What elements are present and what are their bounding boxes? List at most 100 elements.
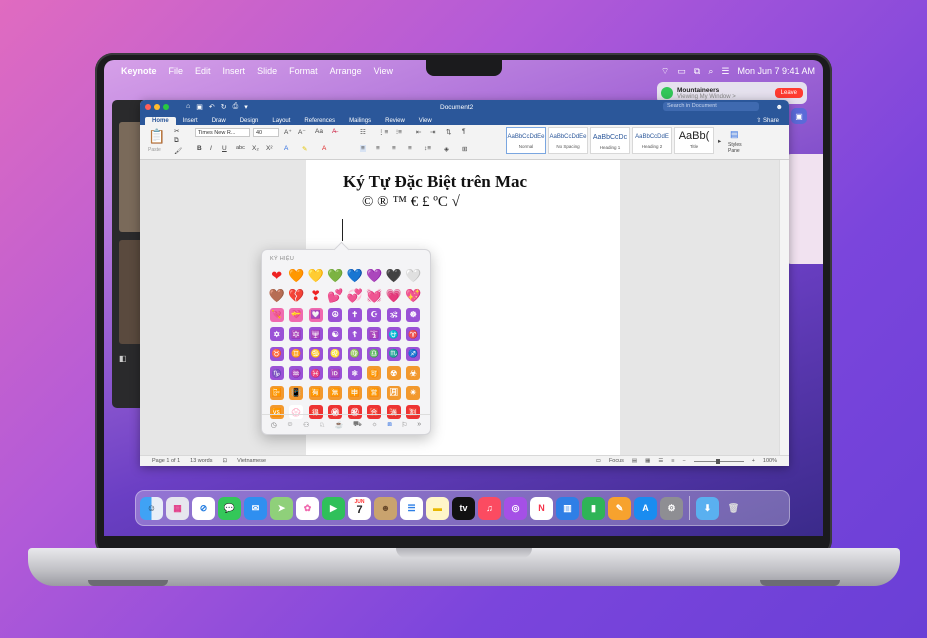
undo-icon[interactable]: ↶ bbox=[209, 103, 215, 111]
highlight-icon[interactable]: ✎ bbox=[302, 145, 307, 153]
smiley-icon[interactable]: ☺ bbox=[286, 421, 293, 428]
emoji-cell[interactable]: ♏ bbox=[384, 344, 404, 364]
leave-button[interactable]: Leave bbox=[774, 88, 803, 98]
emoji-cell[interactable]: 💕 bbox=[326, 286, 346, 306]
emoji-cell[interactable]: 🧡 bbox=[287, 266, 307, 286]
emoji-cell[interactable]: ♒ bbox=[287, 364, 307, 384]
food-icon[interactable]: ☕ bbox=[335, 421, 344, 429]
outline-view-icon[interactable]: ☰ bbox=[658, 458, 663, 464]
menu-file[interactable]: File bbox=[169, 66, 184, 76]
dock-numbers-icon[interactable]: ▮ bbox=[582, 496, 605, 520]
tab-draw[interactable]: Draw bbox=[205, 117, 233, 125]
dock-calendar-icon[interactable]: JUN 7 bbox=[348, 496, 371, 520]
menu-insert[interactable]: Insert bbox=[223, 66, 246, 76]
close-window-button[interactable] bbox=[145, 104, 151, 110]
screen-share-icon[interactable]: ⧉ bbox=[694, 66, 700, 77]
dock-photos-icon[interactable]: ✿ bbox=[296, 496, 319, 520]
tab-layout[interactable]: Layout bbox=[265, 117, 297, 125]
more-icon[interactable]: » bbox=[417, 421, 421, 428]
dock-keynote-icon[interactable]: ▥ bbox=[556, 496, 579, 520]
emoji-cell[interactable]: 💗 bbox=[384, 286, 404, 306]
emoji-cell[interactable]: ♉ bbox=[267, 344, 287, 364]
facetime-status[interactable]: Viewing My Window > bbox=[677, 94, 736, 100]
search-input[interactable]: Search in Document bbox=[663, 102, 759, 111]
text-effects-icon[interactable]: A bbox=[284, 145, 288, 152]
emoji-cell[interactable]: ❣ bbox=[306, 286, 326, 306]
strikethrough-icon[interactable]: abc bbox=[236, 145, 245, 151]
numbering-icon[interactable]: ⋮≡ bbox=[378, 128, 388, 136]
zoom-window-button[interactable] bbox=[163, 104, 169, 110]
emoji-cell[interactable]: ♎ bbox=[365, 344, 385, 364]
emoji-cell[interactable]: 🖤 bbox=[384, 266, 404, 286]
align-left-icon[interactable]: ≡ bbox=[360, 145, 366, 152]
focus-label[interactable]: Focus bbox=[609, 458, 624, 464]
tab-review[interactable]: Review bbox=[378, 117, 412, 125]
style-no-spacing[interactable]: AaBbCcDdEe No Spacing bbox=[548, 127, 588, 154]
dock-messages-icon[interactable]: 💬 bbox=[218, 496, 241, 520]
emoji-cell[interactable]: 📴 bbox=[267, 383, 287, 403]
print-layout-icon[interactable]: ▤ bbox=[632, 458, 637, 464]
emoji-cell[interactable]: ☪ bbox=[365, 305, 385, 325]
emoji-cell[interactable]: 💙 bbox=[345, 266, 365, 286]
paragraph-marks-icon[interactable]: ¶ bbox=[462, 128, 466, 135]
dock-pages-icon[interactable]: ✎ bbox=[608, 496, 631, 520]
dock-trash-icon[interactable]: 🗑 bbox=[722, 497, 745, 520]
subscript-icon[interactable]: X₂ bbox=[252, 145, 259, 152]
redo-icon[interactable]: ↻ bbox=[221, 103, 227, 111]
emoji-cell[interactable]: ♈ bbox=[404, 325, 424, 345]
shareplay-icon[interactable]: ▣ bbox=[791, 108, 807, 124]
share-button[interactable]: ⇧ Share bbox=[756, 117, 779, 124]
menu-datetime[interactable]: Mon Jun 7 9:41 AM bbox=[737, 66, 815, 76]
emoji-cell[interactable]: ☸ bbox=[404, 305, 424, 325]
emoji-cell[interactable]: ☣ bbox=[404, 364, 424, 384]
dock-launchpad-icon[interactable]: ▦ bbox=[166, 496, 189, 520]
document-symbols-line[interactable]: © ® ™ € £ ºC √ bbox=[362, 194, 460, 211]
change-case-icon[interactable]: Aa bbox=[315, 128, 323, 135]
emoji-cell[interactable]: 💟 bbox=[306, 305, 326, 325]
borders-icon[interactable]: ⊞ bbox=[462, 145, 467, 153]
emoji-cell[interactable]: 🤍 bbox=[404, 266, 424, 286]
draft-view-icon[interactable]: ≡ bbox=[671, 458, 674, 464]
vertical-scrollbar[interactable] bbox=[779, 160, 789, 455]
align-right-icon[interactable]: ≡ bbox=[392, 145, 396, 152]
zoom-out-icon[interactable]: − bbox=[682, 458, 685, 464]
cut-icon[interactable]: ✂ bbox=[174, 127, 179, 135]
emoji-cell[interactable]: 🕉 bbox=[384, 305, 404, 325]
emoji-cell[interactable]: 🈶 bbox=[306, 383, 326, 403]
emoji-cell[interactable]: ☮ bbox=[326, 305, 346, 325]
emoji-cell[interactable]: ❤ bbox=[267, 266, 287, 286]
tab-home[interactable]: Home bbox=[145, 117, 176, 125]
copy-icon[interactable]: ⧉ bbox=[174, 137, 179, 145]
zoom-in-icon[interactable]: + bbox=[752, 458, 755, 464]
emoji-cell[interactable]: 📳 bbox=[287, 383, 307, 403]
emoji-cell[interactable]: 💞 bbox=[345, 286, 365, 306]
web-layout-icon[interactable]: ▦ bbox=[645, 458, 650, 464]
emoji-cell[interactable]: 🈺 bbox=[365, 383, 385, 403]
emoji-cell[interactable]: 🕎 bbox=[306, 325, 326, 345]
dock-notes-icon[interactable]: ▬ bbox=[426, 496, 449, 520]
styles-pane-icon[interactable]: ▤ bbox=[730, 129, 739, 140]
emoji-cell[interactable]: ☯ bbox=[326, 325, 346, 345]
emoji-cell[interactable]: ♊ bbox=[287, 344, 307, 364]
tab-insert[interactable]: Insert bbox=[176, 117, 205, 125]
emoji-cell[interactable]: ♐ bbox=[404, 344, 424, 364]
dock-contacts-icon[interactable]: ☻ bbox=[374, 496, 397, 520]
emoji-cell[interactable]: ♓ bbox=[306, 364, 326, 384]
battery-icon[interactable]: ▭ bbox=[677, 66, 686, 77]
grow-font-icon[interactable]: A⁺ bbox=[284, 128, 292, 136]
bold-icon[interactable]: B bbox=[197, 145, 202, 152]
emoji-cell[interactable]: 🔯 bbox=[287, 325, 307, 345]
clear-format-icon[interactable]: A̶ bbox=[332, 128, 336, 135]
emoji-cell[interactable]: 💝 bbox=[287, 305, 307, 325]
emoji-cell[interactable]: 🈚 bbox=[326, 383, 346, 403]
emoji-cell[interactable]: ✴ bbox=[404, 383, 424, 403]
tab-design[interactable]: Design bbox=[233, 117, 266, 125]
dock-downloads-icon[interactable]: ⬇ bbox=[696, 496, 719, 520]
menu-format[interactable]: Format bbox=[289, 66, 318, 76]
emoji-cell[interactable]: 💜 bbox=[365, 266, 385, 286]
emoji-cell[interactable]: ✡ bbox=[267, 325, 287, 345]
emoji-cell[interactable]: ☢ bbox=[384, 364, 404, 384]
multilevel-list-icon[interactable]: ⁝≡ bbox=[396, 128, 402, 136]
paste-icon[interactable]: 📋 bbox=[148, 128, 165, 145]
dock-reminders-icon[interactable]: ☰ bbox=[400, 496, 423, 520]
